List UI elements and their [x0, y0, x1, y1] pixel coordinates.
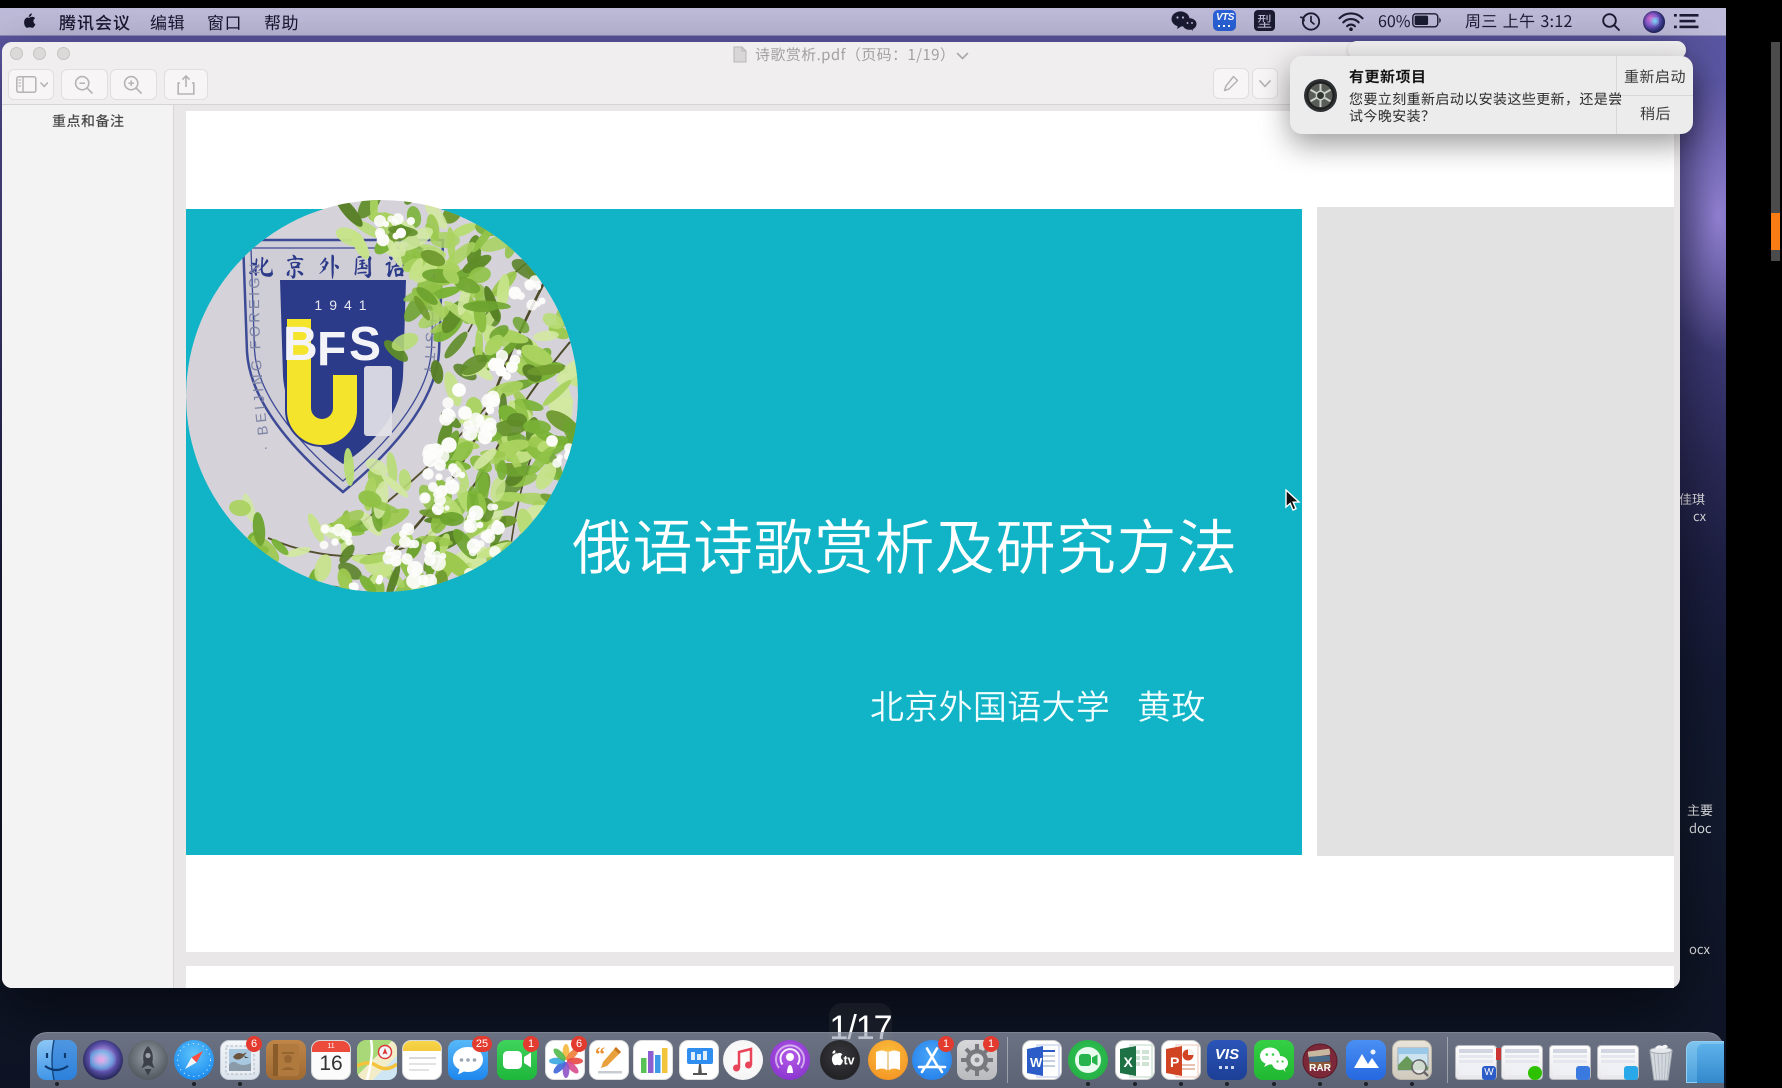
- svg-text:tv: tv: [844, 1054, 855, 1068]
- svg-text:X: X: [1124, 1054, 1134, 1070]
- svg-text:S: S: [349, 318, 381, 371]
- svg-text:1941: 1941: [314, 297, 373, 313]
- svg-text:B: B: [283, 318, 316, 371]
- svg-text:W: W: [1030, 1055, 1043, 1070]
- svg-text:P: P: [1170, 1054, 1179, 1070]
- svg-text:F: F: [317, 323, 346, 376]
- svg-text:RAR: RAR: [1309, 1063, 1331, 1074]
